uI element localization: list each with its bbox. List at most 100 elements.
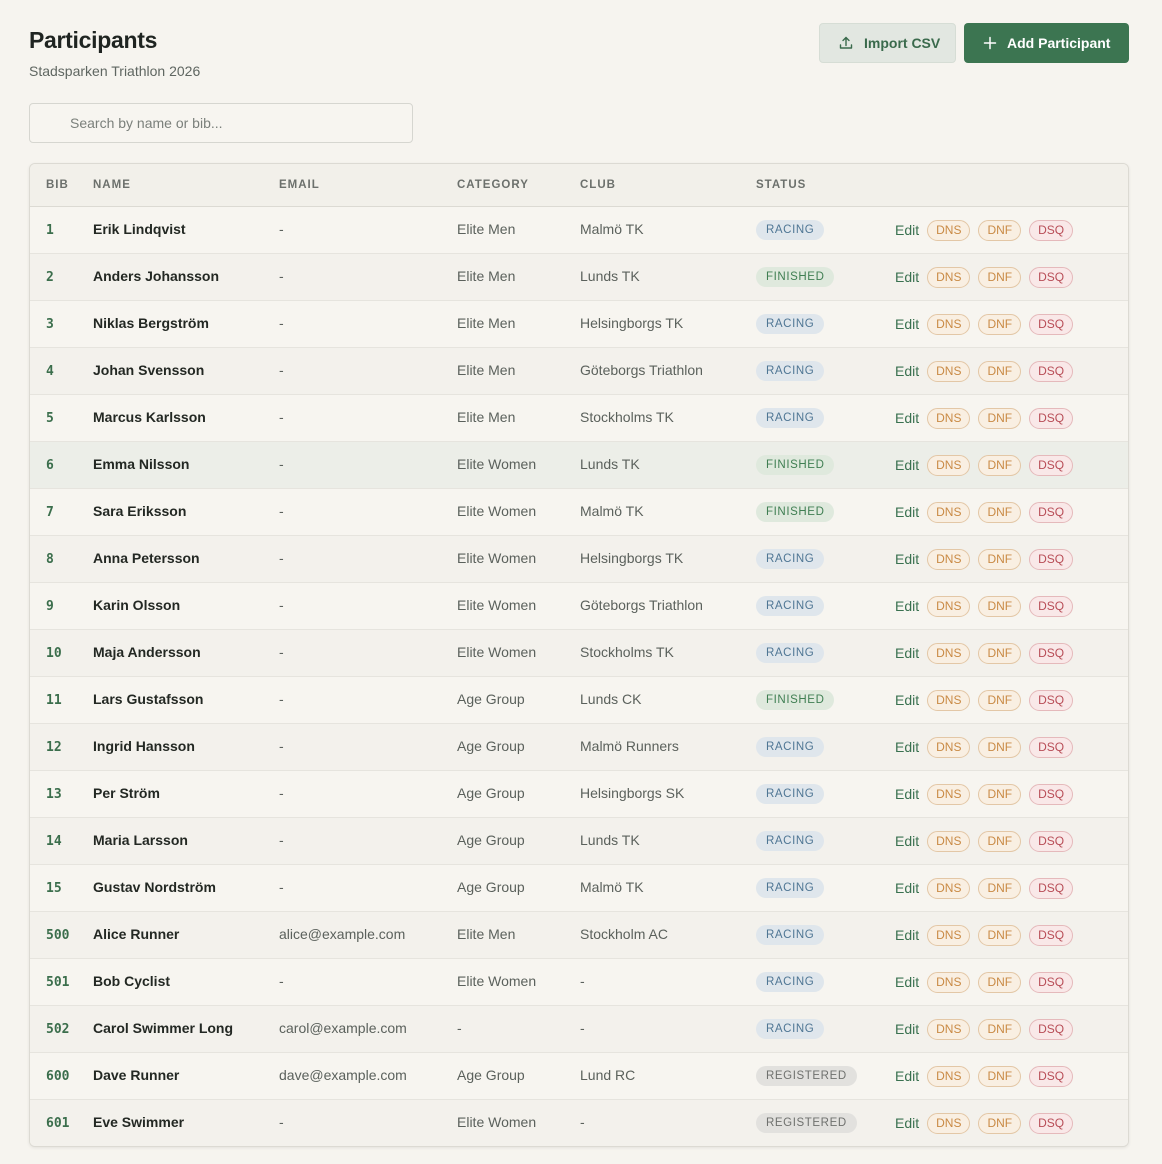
dnf-button[interactable]: DNF [978, 313, 1022, 335]
column-header-category[interactable]: CATEGORY [457, 179, 580, 191]
dns-button[interactable]: DNS [927, 1018, 971, 1040]
table-row[interactable]: 601 Eve Swimmer - Elite Women - REGISTERED Edi… [30, 1100, 1128, 1146]
dns-button[interactable]: DNS [927, 501, 971, 523]
table-row[interactable]: 10 Maja Andersson - Elite Women Stockholms T… [30, 630, 1128, 677]
dns-button[interactable]: DNS [927, 1065, 971, 1087]
dns-button[interactable]: DNS [927, 1112, 971, 1134]
table-row[interactable]: 8 Anna Petersson - Elite Women Helsingborgs … [30, 536, 1128, 583]
table-row[interactable]: 14 Maria Larsson - Age Group Lunds TK RACING E… [30, 818, 1128, 865]
dnf-button[interactable]: DNF [978, 454, 1022, 476]
table-row[interactable]: 15 Gustav Nordström - Age Group Malmö TK RACI… [30, 865, 1128, 912]
dsq-button[interactable]: DSQ [1029, 642, 1074, 664]
dsq-button[interactable]: DSQ [1029, 407, 1074, 429]
dnf-button[interactable]: DNF [978, 736, 1022, 758]
table-row[interactable]: 2 Anders Johansson - Elite Men Lunds TK FINIS… [30, 254, 1128, 301]
edit-button[interactable]: Edit [895, 363, 919, 379]
dnf-button[interactable]: DNF [978, 360, 1022, 382]
dns-button[interactable]: DNS [927, 360, 971, 382]
table-row[interactable]: 3 Niklas Bergström - Elite Men Helsingborgs … [30, 301, 1128, 348]
dns-button[interactable]: DNS [927, 971, 971, 993]
edit-button[interactable]: Edit [895, 739, 919, 755]
dnf-button[interactable]: DNF [978, 924, 1022, 946]
edit-button[interactable]: Edit [895, 410, 919, 426]
import-csv-button[interactable]: Import CSV [819, 23, 956, 63]
edit-button[interactable]: Edit [895, 833, 919, 849]
dns-button[interactable]: DNS [927, 642, 971, 664]
dnf-button[interactable]: DNF [978, 1018, 1022, 1040]
dnf-button[interactable]: DNF [978, 877, 1022, 899]
table-row[interactable]: 500 Alice Runner alice@example.com Elite Me… [30, 912, 1128, 959]
search-input[interactable] [30, 104, 412, 142]
dsq-button[interactable]: DSQ [1029, 219, 1074, 241]
dnf-button[interactable]: DNF [978, 501, 1022, 523]
dsq-button[interactable]: DSQ [1029, 1065, 1074, 1087]
edit-button[interactable]: Edit [895, 316, 919, 332]
edit-button[interactable]: Edit [895, 880, 919, 896]
dnf-button[interactable]: DNF [978, 783, 1022, 805]
table-row[interactable]: 9 Karin Olsson - Elite Women Göteborgs Triat… [30, 583, 1128, 630]
dnf-button[interactable]: DNF [978, 642, 1022, 664]
column-header-name[interactable]: NAME [93, 179, 279, 191]
edit-button[interactable]: Edit [895, 1068, 919, 1084]
dns-button[interactable]: DNS [927, 877, 971, 899]
dsq-button[interactable]: DSQ [1029, 736, 1074, 758]
edit-button[interactable]: Edit [895, 1115, 919, 1131]
dns-button[interactable]: DNS [927, 548, 971, 570]
edit-button[interactable]: Edit [895, 645, 919, 661]
edit-button[interactable]: Edit [895, 598, 919, 614]
edit-button[interactable]: Edit [895, 457, 919, 473]
dnf-button[interactable]: DNF [978, 1112, 1022, 1134]
dnf-button[interactable]: DNF [978, 548, 1022, 570]
dsq-button[interactable]: DSQ [1029, 501, 1074, 523]
table-row[interactable]: 1 Erik Lindqvist - Elite Men Malmö TK RACING E… [30, 207, 1128, 254]
dns-button[interactable]: DNS [927, 313, 971, 335]
dsq-button[interactable]: DSQ [1029, 266, 1074, 288]
column-header-club[interactable]: CLUB [580, 179, 756, 191]
dsq-button[interactable]: DSQ [1029, 830, 1074, 852]
table-row[interactable]: 5 Marcus Karlsson - Elite Men Stockholms TK R… [30, 395, 1128, 442]
dsq-button[interactable]: DSQ [1029, 877, 1074, 899]
dns-button[interactable]: DNS [927, 595, 971, 617]
edit-button[interactable]: Edit [895, 692, 919, 708]
dsq-button[interactable]: DSQ [1029, 360, 1074, 382]
dnf-button[interactable]: DNF [978, 1065, 1022, 1087]
table-row[interactable]: 6 Emma Nilsson - Elite Women Lunds TK FINISHE… [30, 442, 1128, 489]
column-header-status[interactable]: STATUS [756, 179, 895, 191]
dns-button[interactable]: DNS [927, 830, 971, 852]
dsq-button[interactable]: DSQ [1029, 1018, 1074, 1040]
dsq-button[interactable]: DSQ [1029, 454, 1074, 476]
edit-button[interactable]: Edit [895, 786, 919, 802]
table-row[interactable]: 11 Lars Gustafsson - Age Group Lunds CK FINIS… [30, 677, 1128, 724]
table-row[interactable]: 4 Johan Svensson - Elite Men Göteborgs Triat… [30, 348, 1128, 395]
dsq-button[interactable]: DSQ [1029, 924, 1074, 946]
dnf-button[interactable]: DNF [978, 971, 1022, 993]
dns-button[interactable]: DNS [927, 783, 971, 805]
table-row[interactable]: 600 Dave Runner dave@example.com Age Group L… [30, 1053, 1128, 1100]
edit-button[interactable]: Edit [895, 222, 919, 238]
edit-button[interactable]: Edit [895, 269, 919, 285]
dsq-button[interactable]: DSQ [1029, 595, 1074, 617]
dsq-button[interactable]: DSQ [1029, 313, 1074, 335]
dnf-button[interactable]: DNF [978, 219, 1022, 241]
dns-button[interactable]: DNS [927, 407, 971, 429]
dsq-button[interactable]: DSQ [1029, 971, 1074, 993]
column-header-email[interactable]: EMAIL [279, 179, 457, 191]
dnf-button[interactable]: DNF [978, 689, 1022, 711]
dns-button[interactable]: DNS [927, 454, 971, 476]
dsq-button[interactable]: DSQ [1029, 548, 1074, 570]
dns-button[interactable]: DNS [927, 736, 971, 758]
column-header-bib[interactable]: BIB [30, 179, 93, 191]
edit-button[interactable]: Edit [895, 551, 919, 567]
dsq-button[interactable]: DSQ [1029, 689, 1074, 711]
edit-button[interactable]: Edit [895, 974, 919, 990]
dns-button[interactable]: DNS [927, 924, 971, 946]
dns-button[interactable]: DNS [927, 689, 971, 711]
dnf-button[interactable]: DNF [978, 595, 1022, 617]
dsq-button[interactable]: DSQ [1029, 783, 1074, 805]
edit-button[interactable]: Edit [895, 504, 919, 520]
add-participant-button[interactable]: Add Participant [964, 23, 1129, 63]
table-row[interactable]: 13 Per Ström - Age Group Helsingborgs SK RACI… [30, 771, 1128, 818]
table-row[interactable]: 12 Ingrid Hansson - Age Group Malmö Runners R… [30, 724, 1128, 771]
dnf-button[interactable]: DNF [978, 830, 1022, 852]
table-row[interactable]: 7 Sara Eriksson - Elite Women Malmö TK FINISH… [30, 489, 1128, 536]
